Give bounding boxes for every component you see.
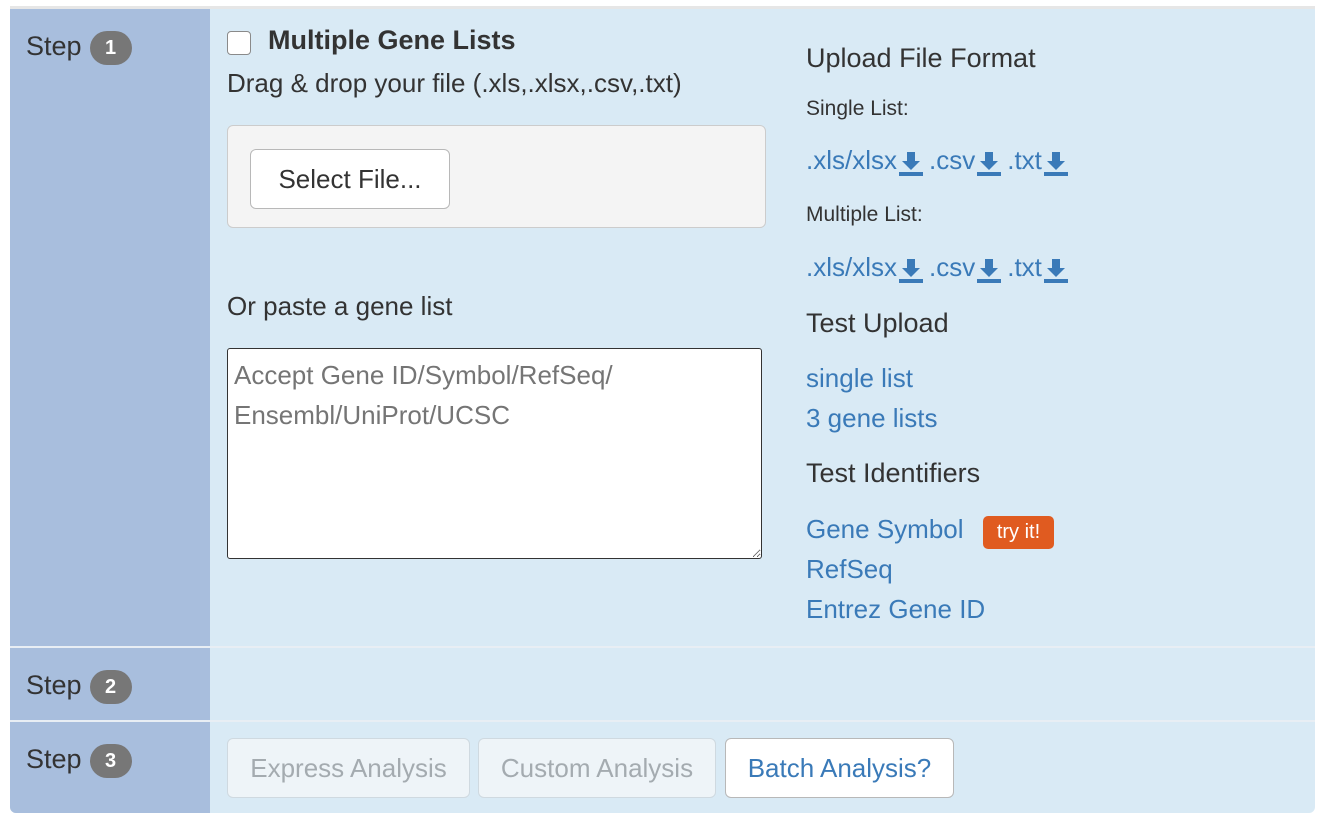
multiple-gene-lists-label: Multiple Gene Lists (268, 25, 516, 55)
test-entrez-link[interactable]: Entrez Gene ID (806, 594, 985, 625)
test-identifiers-heading: Test Identifiers (806, 458, 981, 488)
step-1-label: Step 1 (26, 27, 132, 65)
download-icon (977, 152, 1002, 176)
multiple-gene-lists-checkbox[interactable] (227, 31, 251, 55)
step-divider (10, 646, 1315, 648)
download-multiple-xls-link[interactable]: .xls/xlsx (806, 252, 923, 283)
custom-analysis-button[interactable]: Custom Analysis (478, 738, 716, 798)
batch-analysis-button[interactable]: Batch Analysis? (725, 738, 954, 798)
step-label: Step (26, 669, 82, 700)
test-gene-symbol-link[interactable]: Gene Symbol (806, 514, 964, 545)
step-divider (10, 720, 1315, 722)
upload-panel: Step 1 Step 2 Step 3 Multiple Gene Lists… (10, 9, 1315, 813)
test-3-gene-lists-link[interactable]: 3 gene lists (806, 403, 938, 434)
test-single-list-link[interactable]: single list (806, 363, 913, 394)
test-upload-heading: Test Upload (806, 308, 949, 338)
step-label: Step (26, 30, 82, 61)
download-icon (899, 152, 923, 176)
gene-list-textarea[interactable] (227, 348, 762, 559)
download-multiple-csv-link[interactable]: .csv (929, 252, 1002, 283)
step-3-label: Step 3 (26, 740, 132, 778)
multiple-list-downloads: .xls/xlsx .csv .txt (806, 252, 1074, 283)
download-icon (977, 259, 1002, 283)
step-label: Step (26, 743, 82, 774)
download-icon (1043, 152, 1068, 176)
test-refseq-link[interactable]: RefSeq (806, 554, 893, 585)
step-number-badge: 3 (89, 744, 132, 778)
try-it-badge[interactable]: try it! (983, 516, 1054, 549)
download-icon (899, 259, 923, 283)
download-single-xls-link[interactable]: .xls/xlsx (806, 145, 923, 176)
single-list-downloads: .xls/xlsx .csv .txt (806, 145, 1074, 176)
download-single-csv-link[interactable]: .csv (929, 145, 1002, 176)
express-analysis-button[interactable]: Express Analysis (227, 738, 470, 798)
step-number-badge: 2 (89, 670, 132, 704)
upload-format-heading: Upload File Format (806, 43, 1036, 73)
select-file-button[interactable]: Select File... (250, 149, 450, 209)
paste-gene-list-label: Or paste a gene list (227, 291, 453, 321)
step-number-badge: 1 (89, 31, 132, 65)
download-multiple-txt-link[interactable]: .txt (1007, 252, 1068, 283)
step-2-label: Step 2 (26, 666, 132, 704)
drag-drop-hint: Drag & drop your file (.xls,.xlsx,.csv,.… (227, 68, 682, 98)
multiple-list-label: Multiple List: (806, 203, 923, 226)
single-list-label: Single List: (806, 97, 909, 120)
download-icon (1043, 259, 1068, 283)
download-single-txt-link[interactable]: .txt (1007, 145, 1068, 176)
